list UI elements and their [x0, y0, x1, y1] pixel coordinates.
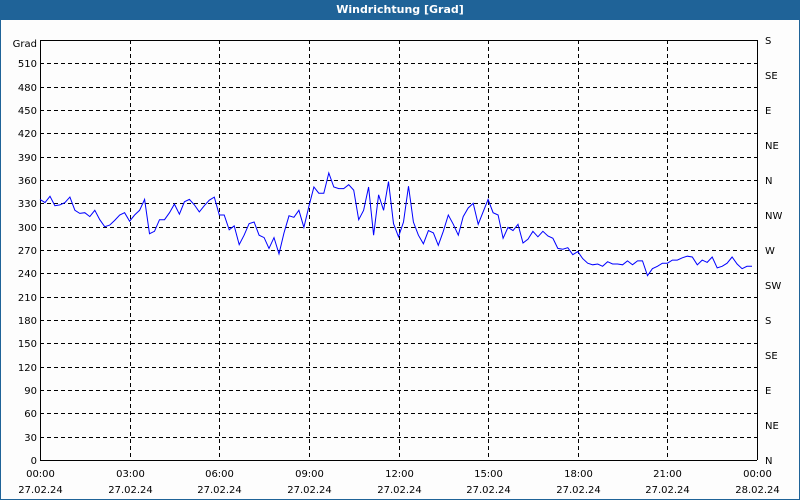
y-tick-label: 390 [18, 153, 37, 164]
y2-tick-label: S [765, 316, 771, 327]
y2-tick-label: N [765, 176, 772, 187]
y2-tick-label: E [765, 386, 771, 397]
y-tick-label: 270 [18, 246, 37, 257]
series-line-windrichtung [39, 171, 752, 277]
y-tick-label: 0 [31, 456, 37, 467]
y-tick-label: 120 [18, 363, 37, 374]
y-tick-label: 300 [18, 223, 37, 234]
y2-tick-label: NE [765, 141, 779, 152]
y2-tick-label: W [765, 246, 775, 257]
x-tick-time: 21:00 [653, 469, 682, 480]
x-tick-date: 27.02.24 [377, 485, 422, 496]
y-tick-label: 210 [18, 293, 37, 304]
x-tick-time: 00:00 [743, 469, 772, 480]
y2-tick-label: NE [765, 421, 779, 432]
y-tick-label: 420 [18, 129, 37, 140]
y-tick-label: 480 [18, 83, 37, 94]
x-tick-time: 12:00 [385, 469, 414, 480]
x-tick-date: 28.02.24 [735, 485, 780, 496]
x-tick-time: 15:00 [474, 469, 503, 480]
y2-tick-label: SW [765, 281, 781, 292]
x-tick-date: 27.02.24 [108, 485, 153, 496]
x-tick-date: 27.02.24 [645, 485, 690, 496]
x-tick-time: 00:00 [26, 469, 55, 480]
y-tick-label: 360 [18, 176, 37, 187]
y2-tick-label: SE [765, 351, 778, 362]
y-tick-label: 240 [18, 269, 37, 280]
x-tick-time: 06:00 [205, 469, 234, 480]
x-tick-date: 27.02.24 [466, 485, 511, 496]
y2-tick-label: SE [765, 71, 778, 82]
y2-tick-label: NW [765, 211, 782, 222]
x-tick-date: 27.02.24 [197, 485, 242, 496]
x-tick-time: 09:00 [295, 469, 324, 480]
y-axis-label: Grad [13, 39, 37, 50]
x-tick-date: 27.02.24 [287, 485, 332, 496]
y2-tick-label: S [765, 36, 771, 47]
y2-tick-label: E [765, 106, 771, 117]
y-tick-label: 510 [18, 59, 37, 70]
y-tick-label: 450 [18, 106, 37, 117]
x-tick-time: 03:00 [116, 469, 145, 480]
y-tick-label: 180 [18, 316, 37, 327]
y-tick-label: 150 [18, 339, 37, 350]
y-tick-label: 330 [18, 199, 37, 210]
y-tick-label: 60 [24, 409, 37, 420]
y2-tick-label: N [765, 456, 772, 467]
wind-direction-chart: 0 30 60 90 120 150 180 210 240 270 300 330 360 390 420… [13, 36, 783, 496]
y-tick-label: 30 [24, 433, 37, 444]
x-tick-date: 27.02.24 [18, 485, 63, 496]
x-tick-date: 27.02.24 [556, 485, 601, 496]
y-tick-label: 90 [24, 386, 37, 397]
x-tick-time: 18:00 [564, 469, 593, 480]
